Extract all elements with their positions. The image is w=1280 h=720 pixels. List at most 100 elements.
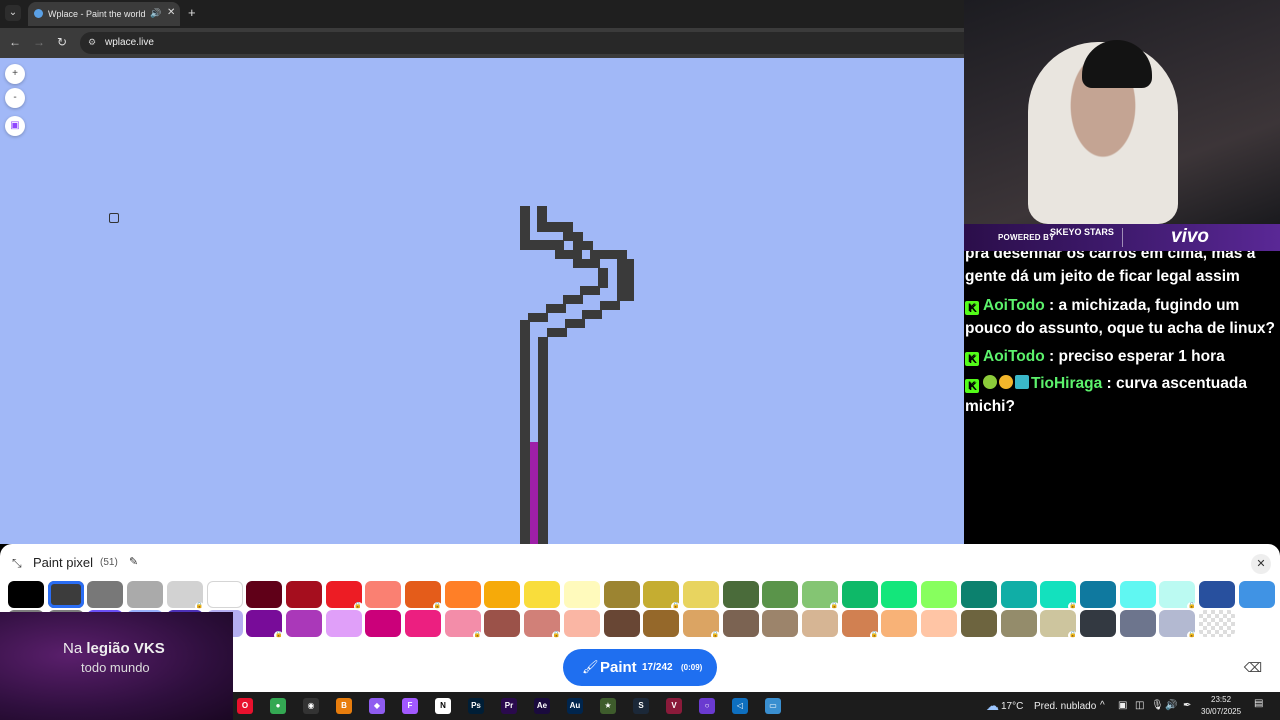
color-swatch[interactable] xyxy=(87,581,124,608)
color-swatch[interactable] xyxy=(722,610,759,637)
color-swatch[interactable] xyxy=(524,581,561,608)
color-swatch[interactable] xyxy=(960,581,997,608)
tab-search-button[interactable]: ⌄ xyxy=(5,5,21,21)
tray-app-icon[interactable]: ▣ xyxy=(1118,700,1127,711)
color-swatch[interactable]: 🔒 xyxy=(643,581,681,611)
collapse-icon[interactable]: ⤡ xyxy=(12,556,22,571)
pen-icon[interactable]: ✒ xyxy=(1183,700,1191,711)
color-swatch[interactable] xyxy=(682,581,719,608)
color-swatch[interactable] xyxy=(563,581,600,608)
tray-chevron-icon[interactable]: ^ xyxy=(1100,700,1105,711)
steam-icon[interactable]: S xyxy=(633,698,649,714)
color-swatch[interactable] xyxy=(285,610,322,637)
color-swatch[interactable]: 🔒 xyxy=(802,581,839,611)
opera-icon[interactable]: O xyxy=(237,698,253,714)
chrome-icon[interactable]: ● xyxy=(270,698,286,714)
weather-temp[interactable]: 17°C xyxy=(1001,701,1023,712)
notification-icon[interactable]: ▤ xyxy=(1254,698,1270,714)
v-app-icon[interactable]: V xyxy=(666,698,682,714)
color-swatch[interactable] xyxy=(603,581,640,608)
color-swatch[interactable] xyxy=(365,610,402,637)
speaker-icon[interactable]: 🔊 xyxy=(150,8,161,19)
tab-wplace[interactable]: Wplace - Paint the world 🔊 ✕ xyxy=(28,2,180,26)
color-swatch[interactable]: 🔒 xyxy=(246,610,284,640)
obs-icon[interactable]: ◉ xyxy=(303,698,319,714)
color-swatch[interactable] xyxy=(484,610,521,637)
color-swatch[interactable]: 🔒 xyxy=(1159,581,1197,611)
audition-icon[interactable]: Au xyxy=(567,698,583,714)
color-swatch[interactable]: 🔒 xyxy=(444,610,482,640)
color-swatch[interactable] xyxy=(1079,610,1116,637)
files-icon[interactable]: ▭ xyxy=(765,698,781,714)
color-swatch[interactable] xyxy=(722,581,759,608)
color-swatch[interactable]: 🔒 xyxy=(405,581,442,611)
color-swatch[interactable] xyxy=(47,581,84,608)
premiere-icon[interactable]: Pr xyxy=(501,698,517,714)
color-swatch[interactable]: 🔒 xyxy=(1159,610,1197,640)
color-swatch[interactable] xyxy=(841,581,878,608)
back-arrow-icon[interactable]: ← xyxy=(9,34,21,50)
circle-icon[interactable]: ○ xyxy=(699,698,715,714)
mic-icon[interactable]: 🎙 xyxy=(1151,700,1164,711)
panel-close-button[interactable]: ✕ xyxy=(1251,554,1271,574)
color-swatch[interactable] xyxy=(444,581,481,608)
figma-icon[interactable]: F xyxy=(402,698,418,714)
color-swatch[interactable]: 🔒 xyxy=(682,610,720,640)
weather-cloud-icon[interactable]: ☁ xyxy=(986,698,999,714)
color-swatch[interactable] xyxy=(8,581,44,608)
color-swatch[interactable] xyxy=(1119,581,1156,608)
color-swatch[interactable] xyxy=(405,610,441,637)
color-swatch[interactable] xyxy=(365,581,402,608)
paint-button[interactable]: 🖌 Paint 17/242 (0:09) xyxy=(563,649,717,686)
color-swatch[interactable] xyxy=(325,610,362,637)
color-swatch[interactable] xyxy=(1000,610,1037,637)
color-swatch[interactable] xyxy=(762,610,799,637)
color-swatch[interactable] xyxy=(127,581,164,608)
vscode-icon[interactable]: ◁ xyxy=(732,698,748,714)
eraser-icon[interactable]: ⌫ xyxy=(1240,655,1266,681)
tab-close-button[interactable]: ✕ xyxy=(167,7,175,18)
color-swatch[interactable]: 🔒 xyxy=(1040,581,1078,611)
clock-date[interactable]: 30/07/2025 xyxy=(1201,707,1241,716)
pixel-canvas[interactable]: + - ▣ xyxy=(0,58,964,544)
network-icon[interactable]: ◫ xyxy=(1135,700,1144,711)
color-swatch[interactable] xyxy=(802,610,838,637)
address-bar[interactable]: ⚙ wplace.live xyxy=(80,32,964,54)
photoshop-icon[interactable]: Ps xyxy=(468,698,484,714)
color-swatch[interactable] xyxy=(484,581,521,608)
color-swatch[interactable] xyxy=(921,581,958,608)
weather-desc[interactable]: Pred. nublado xyxy=(1034,701,1096,712)
new-tab-button[interactable]: + xyxy=(188,5,196,21)
crystal-icon[interactable]: ◆ xyxy=(369,698,385,714)
color-swatch[interactable] xyxy=(1199,610,1235,637)
color-swatch[interactable] xyxy=(1119,610,1156,637)
color-swatch[interactable] xyxy=(1079,581,1116,608)
color-swatch[interactable]: 🔒 xyxy=(166,581,204,611)
color-swatch[interactable] xyxy=(246,581,283,608)
site-info-icon[interactable]: ⚙ xyxy=(88,37,96,48)
blender-icon[interactable]: B xyxy=(336,698,352,714)
volume-icon[interactable]: 🔊 xyxy=(1165,700,1177,711)
notion-icon[interactable]: N xyxy=(435,698,451,714)
color-swatch[interactable] xyxy=(1000,581,1037,608)
color-swatch[interactable] xyxy=(643,610,680,637)
color-swatch[interactable] xyxy=(921,610,958,637)
forward-arrow-icon[interactable]: → xyxy=(33,34,45,50)
game-icon[interactable]: ★ xyxy=(600,698,616,714)
color-swatch[interactable] xyxy=(960,610,997,637)
pencil-icon[interactable]: ✎ xyxy=(129,555,138,568)
color-swatch[interactable] xyxy=(1199,581,1235,608)
color-swatch[interactable] xyxy=(285,581,322,608)
color-swatch[interactable]: 🔒 xyxy=(325,581,363,611)
color-swatch[interactable]: 🔒 xyxy=(841,610,879,640)
clock-time[interactable]: 23:52 xyxy=(1211,695,1231,704)
color-swatch[interactable] xyxy=(563,610,600,637)
color-swatch[interactable] xyxy=(1238,581,1275,608)
color-swatch[interactable] xyxy=(881,581,918,608)
color-swatch[interactable] xyxy=(206,581,243,608)
color-swatch[interactable]: 🔒 xyxy=(1040,610,1078,640)
aftereffects-icon[interactable]: Ae xyxy=(534,698,550,714)
color-swatch[interactable] xyxy=(603,610,640,637)
color-swatch[interactable] xyxy=(762,581,799,608)
color-swatch[interactable] xyxy=(881,610,918,637)
